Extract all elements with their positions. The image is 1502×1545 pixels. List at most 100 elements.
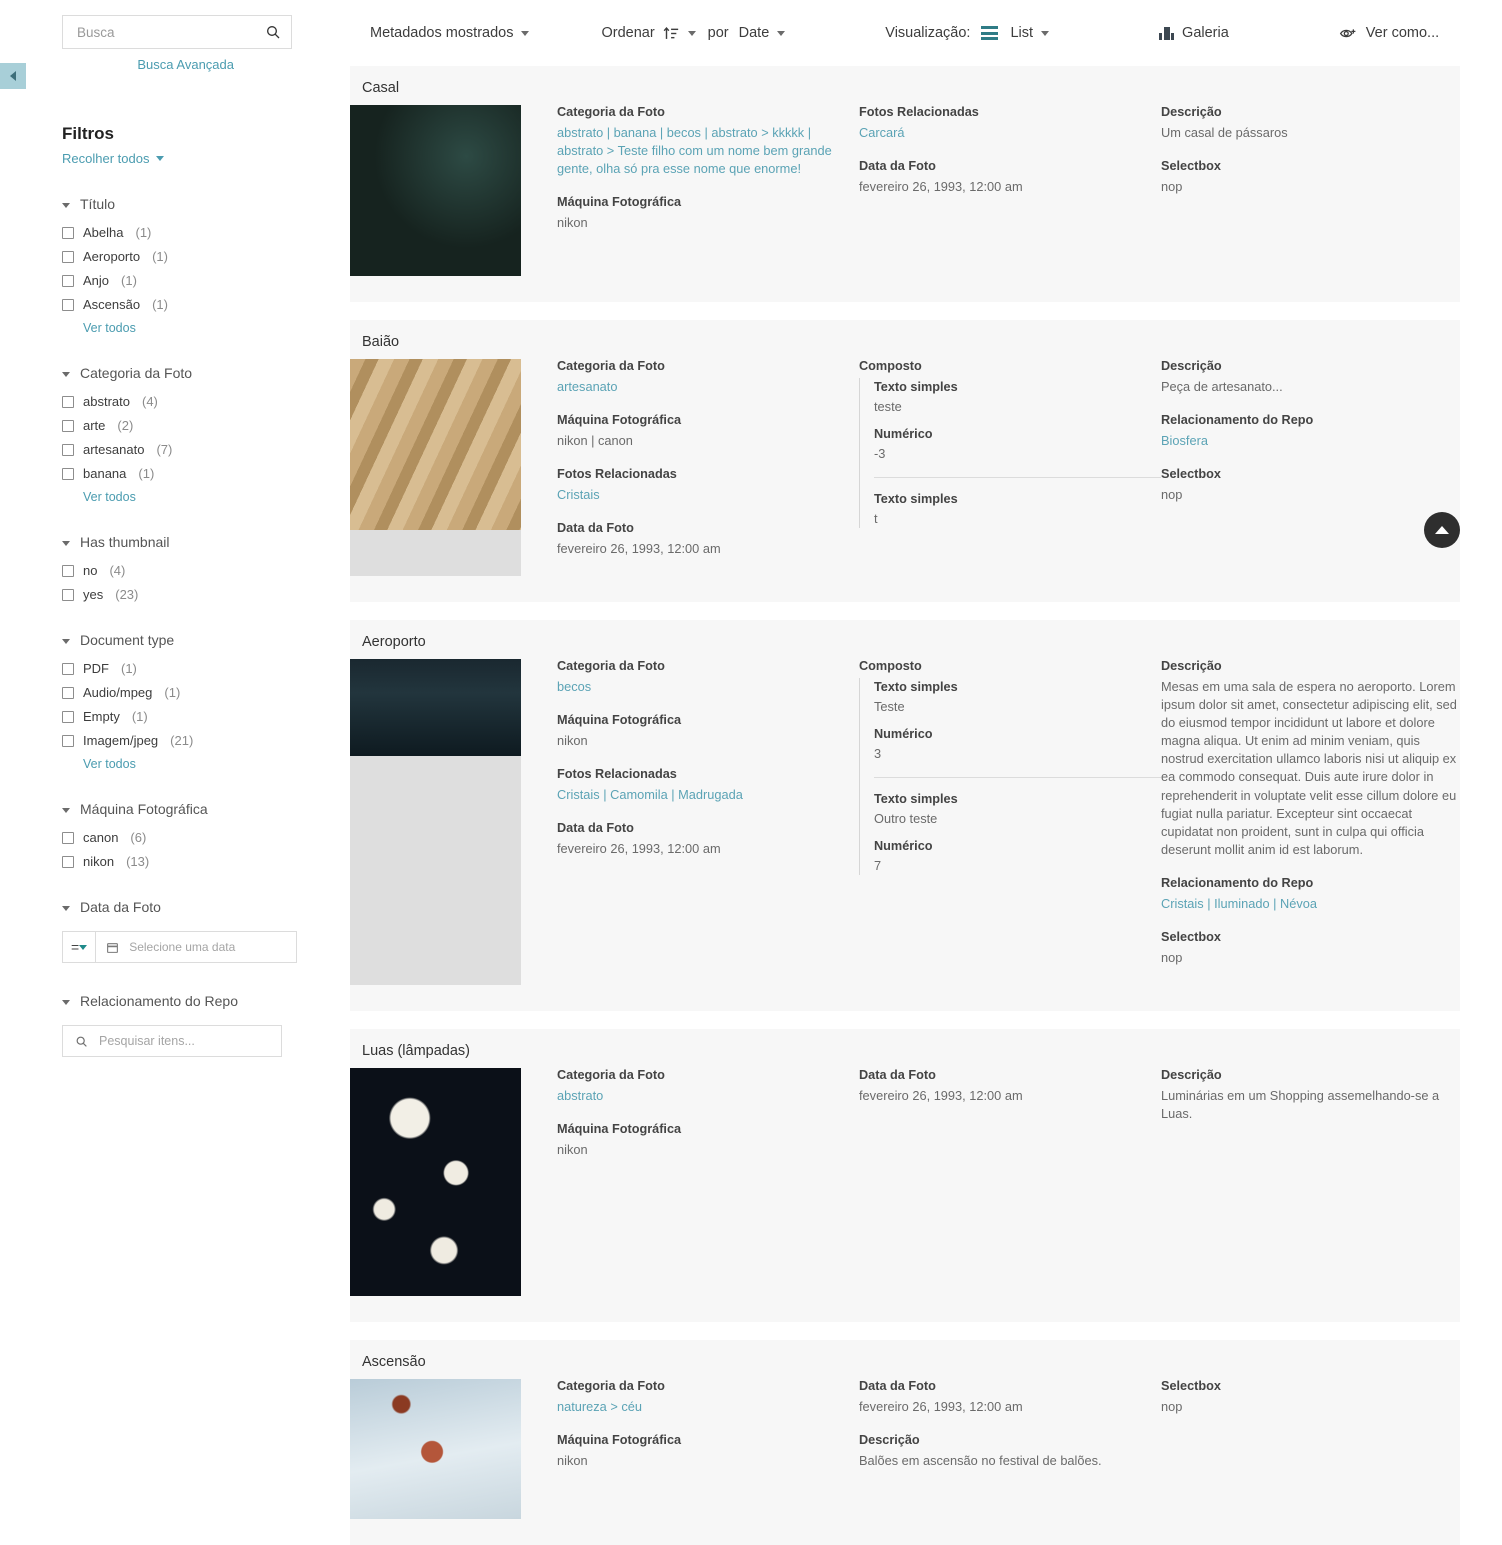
thumbnail[interactable] xyxy=(350,359,521,576)
repo-search-box[interactable] xyxy=(62,1025,282,1057)
metadata-field: Selectbox nop xyxy=(1161,930,1460,967)
thumbnail[interactable] xyxy=(350,658,521,985)
sort-field-dropdown[interactable]: Date xyxy=(739,25,786,41)
result-card[interactable]: Baião Categoria da Foto artesanato Máquina … xyxy=(350,320,1460,602)
checkbox[interactable] xyxy=(62,710,74,723)
card-title[interactable]: Luas (lâmpadas) xyxy=(350,1043,1460,1068)
thumbnail[interactable] xyxy=(350,105,521,276)
field-value[interactable]: natureza > céu xyxy=(557,1398,859,1416)
checkbox[interactable] xyxy=(62,419,74,432)
see-all-link[interactable]: Ver todos xyxy=(83,321,350,335)
facet-option[interactable]: arte (2) xyxy=(62,418,350,433)
sort-direction-dropdown[interactable]: Ordenar xyxy=(601,25,696,41)
field-value[interactable]: becos xyxy=(557,678,859,696)
date-input[interactable] xyxy=(127,939,287,955)
card-title[interactable]: Aeroporto xyxy=(350,634,1460,659)
facet-header[interactable]: Categoria da Foto xyxy=(62,365,350,381)
facet-option[interactable]: banana (1) xyxy=(62,466,350,481)
eye-plus-icon xyxy=(1339,28,1356,37)
facet-option[interactable]: no (4) xyxy=(62,563,350,578)
chevron-down-icon xyxy=(156,156,165,161)
metadata-field: Relacionamento do Repo Cristais | Ilumina… xyxy=(1161,876,1460,913)
see-all-link[interactable]: Ver todos xyxy=(83,490,350,504)
facet-option[interactable]: artesanato (7) xyxy=(62,442,350,457)
checkbox[interactable] xyxy=(62,467,74,480)
metadata-column: Fotos Relacionadas Carcará Data da Foto fev… xyxy=(859,105,1161,276)
thumbnail[interactable] xyxy=(350,1378,521,1519)
checkbox[interactable] xyxy=(62,831,74,844)
facet-option-count: (1) xyxy=(135,225,152,240)
result-card[interactable]: Casal Categoria da Foto abstrato | banana … xyxy=(350,66,1460,302)
field-value[interactable]: abstrato xyxy=(557,1087,859,1105)
metadata-shown-dropdown[interactable]: Metadados mostrados xyxy=(370,25,530,41)
view-mode-value: List xyxy=(1010,25,1034,41)
search-box[interactable] xyxy=(62,15,292,49)
checkbox[interactable] xyxy=(62,250,74,263)
search-icon[interactable] xyxy=(265,24,281,40)
facet-option[interactable]: canon (6) xyxy=(62,830,350,845)
checkbox[interactable] xyxy=(62,298,74,311)
facet-option[interactable]: nikon (13) xyxy=(62,854,350,869)
facet-option[interactable]: Abelha (1) xyxy=(62,225,350,240)
checkbox[interactable] xyxy=(62,226,74,239)
field-value[interactable]: Cristais xyxy=(557,486,859,504)
metadata-columns: Categoria da Foto abstrato Máquina Fotográ… xyxy=(521,1068,1460,1296)
checkbox[interactable] xyxy=(62,734,74,747)
facet-header[interactable]: Has thumbnail xyxy=(62,534,350,550)
facet-option-label: Audio/mpeg xyxy=(83,685,153,700)
facet-option-label: Empty xyxy=(83,709,120,724)
facet-option[interactable]: Aeroporto (1) xyxy=(62,249,350,264)
facet-option[interactable]: abstrato (4) xyxy=(62,394,350,409)
facet-option-count: (2) xyxy=(117,418,134,433)
checkbox[interactable] xyxy=(62,443,74,456)
field-value[interactable]: Cristais | Camomila | Madrugada xyxy=(557,786,859,804)
card-title[interactable]: Casal xyxy=(350,80,1460,105)
facet-option[interactable]: yes (23) xyxy=(62,587,350,602)
advanced-search-link[interactable]: Busca Avançada xyxy=(62,57,234,72)
search-input[interactable] xyxy=(75,23,265,41)
card-title[interactable]: Ascensão xyxy=(350,1354,1460,1379)
facet-option-label: banana xyxy=(83,466,127,481)
date-operator-select[interactable]: = xyxy=(62,931,97,963)
result-card[interactable]: Ascensão Categoria da Foto natureza > céu M… xyxy=(350,1339,1460,1545)
facet-header[interactable]: Data da Foto xyxy=(62,899,350,915)
facet-option[interactable]: Anjo (1) xyxy=(62,273,350,288)
field-value[interactable]: Carcará xyxy=(859,124,1161,142)
gallery-button[interactable]: Galeria xyxy=(1159,25,1229,41)
field-value[interactable]: Biosfera xyxy=(1161,432,1460,450)
facet-header[interactable]: Relacionamento do Repo xyxy=(62,993,350,1009)
thumbnail[interactable] xyxy=(350,1067,521,1296)
field-value[interactable]: abstrato | banana | becos | abstrato > k… xyxy=(557,124,859,178)
collapse-all-button[interactable]: Recolher todos xyxy=(62,151,165,166)
facet-header[interactable]: Document type xyxy=(62,632,350,648)
scroll-to-top-button[interactable] xyxy=(1424,512,1460,548)
result-card[interactable]: Aeroporto Categoria da Foto becos Máquina F… xyxy=(350,619,1460,1011)
checkbox[interactable] xyxy=(62,662,74,675)
repo-search-input[interactable] xyxy=(97,1033,269,1049)
facet-header[interactable]: Título xyxy=(62,196,350,212)
checkbox[interactable] xyxy=(62,588,74,601)
field-value: nikon xyxy=(557,1452,588,1468)
facet-option[interactable]: PDF (1) xyxy=(62,661,350,676)
result-card[interactable]: Luas (lâmpadas) Categoria da Foto abstrato… xyxy=(350,1028,1460,1322)
field-value[interactable]: artesanato xyxy=(557,378,859,396)
date-input-wrap[interactable] xyxy=(96,931,298,963)
sidebar-collapse-handle[interactable] xyxy=(0,63,26,89)
facet-header[interactable]: Máquina Fotográfica xyxy=(62,801,350,817)
facet-option[interactable]: Empty (1) xyxy=(62,709,350,724)
checkbox[interactable] xyxy=(62,855,74,868)
checkbox[interactable] xyxy=(62,274,74,287)
checkbox[interactable] xyxy=(62,564,74,577)
facet-option[interactable]: Audio/mpeg (1) xyxy=(62,685,350,700)
facet-option[interactable]: Ascensão (1) xyxy=(62,297,350,312)
checkbox[interactable] xyxy=(62,395,74,408)
checkbox[interactable] xyxy=(62,686,74,699)
field-label: Descrição xyxy=(1161,105,1222,119)
view-as-button[interactable]: Ver como... xyxy=(1339,25,1439,41)
card-title[interactable]: Baião xyxy=(350,334,1460,359)
field-value[interactable]: Cristais | Iluminado | Névoa xyxy=(1161,895,1460,913)
see-all-link[interactable]: Ver todos xyxy=(83,757,350,771)
facet-option[interactable]: Imagem/jpeg (21) xyxy=(62,733,350,748)
view-mode-dropdown[interactable]: List xyxy=(981,25,1050,41)
metadata-field: Descrição Mesas em uma sala de espera no … xyxy=(1161,659,1460,860)
